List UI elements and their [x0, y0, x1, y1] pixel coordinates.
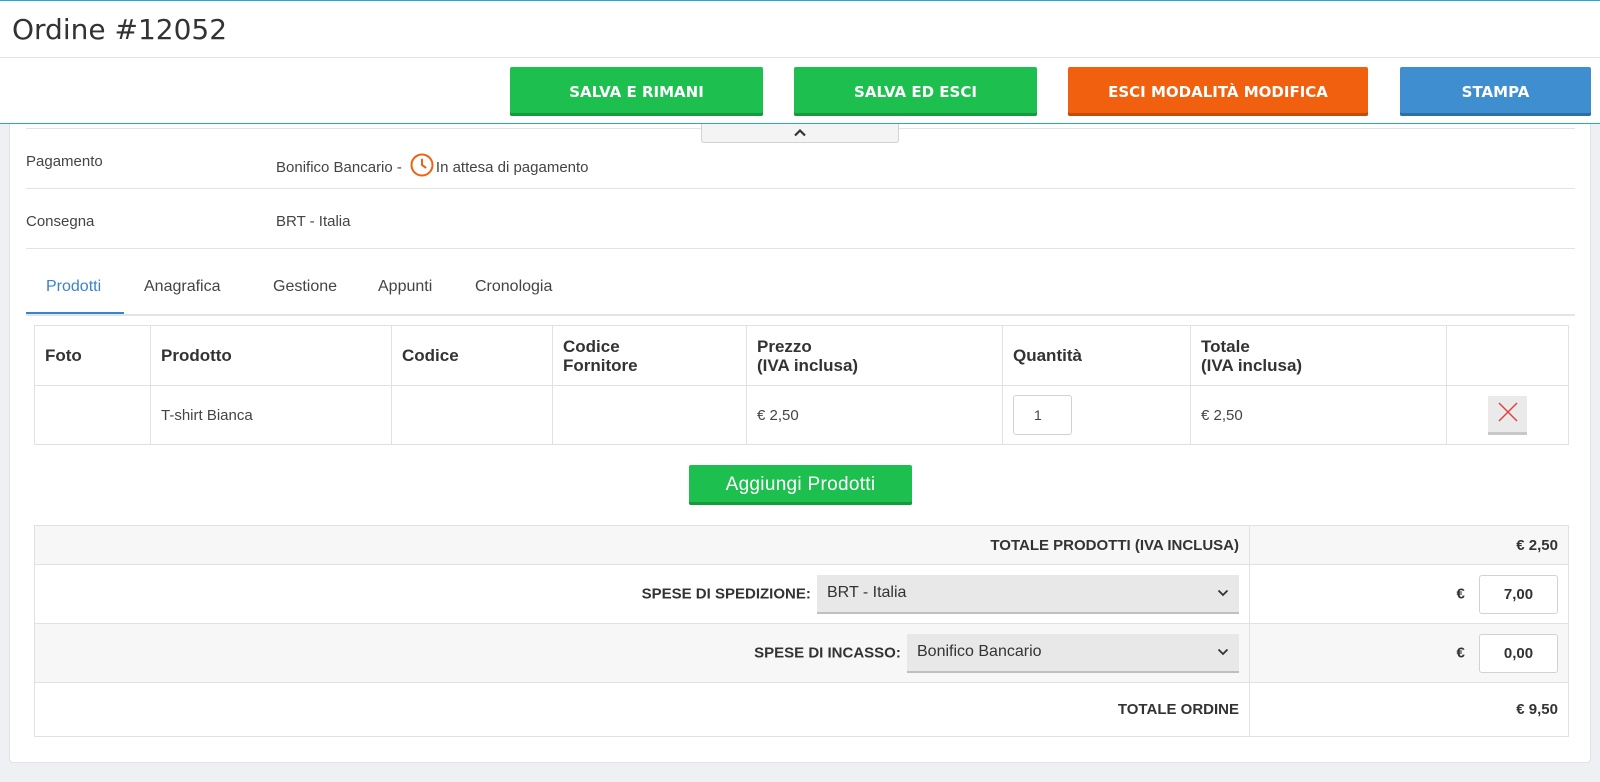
shipping-cost-input[interactable]: 7,00	[1479, 574, 1558, 614]
delivery-value: BRT - Italia	[276, 213, 351, 230]
close-icon	[1497, 401, 1519, 427]
products-total-row: TOTALE PRODOTTI (IVA INCLUSA) € 2,50	[34, 525, 1569, 565]
payment-status: In attesa di pagamento	[435, 158, 589, 176]
exit-edit-mode-button[interactable]: ESCI MODALITÀ MODIFICA	[1068, 67, 1368, 116]
cod-select[interactable]: Bonifico Bancario	[907, 633, 1239, 673]
cod-label: SPESE DI INCASSO:	[754, 643, 901, 661]
tab-appunti[interactable]: Appunti	[378, 278, 432, 296]
payment-method: Bonifico Bancario -	[276, 158, 402, 176]
cod-cost-input[interactable]: 0,00	[1479, 633, 1558, 673]
column-header	[1446, 325, 1569, 386]
tab-bar: Prodotti Anagrafica Gestione Appunti Cro…	[26, 264, 1575, 316]
cod-amount-cell: € 0,00	[1249, 623, 1569, 683]
remove-product-button[interactable]	[1488, 395, 1527, 435]
table-header-row: Foto Prodotto Codice Codice Fornitore Pr…	[34, 325, 1569, 386]
shipping-amount-cell: € 7,00	[1249, 564, 1569, 624]
divider	[26, 248, 1575, 264]
currency-symbol: €	[1456, 643, 1465, 661]
tab-prodotti[interactable]: Prodotti	[46, 278, 101, 296]
collapse-toggle[interactable]	[701, 124, 899, 143]
print-button[interactable]: STAMPA	[1400, 67, 1591, 116]
tab-cronologia[interactable]: Cronologia	[475, 278, 552, 296]
order-total-row: TOTALE ORDINE € 9,50	[34, 682, 1569, 737]
column-header: Quantità	[1002, 325, 1191, 386]
cod-option: Bonifico Bancario	[917, 643, 1042, 660]
tab-anagrafica[interactable]: Anagrafica	[144, 278, 221, 296]
delivery-row: Consegna BRT - Italia	[26, 188, 1575, 248]
shipping-row: SPESE DI SPEDIZIONE: BRT - Italia € 7,00	[34, 564, 1569, 624]
supplier-code	[552, 385, 747, 445]
cod-row: SPESE DI INCASSO: Bonifico Bancario € 0,…	[34, 623, 1569, 683]
column-header: Totale (IVA inclusa)	[1190, 325, 1447, 386]
order-card: Pagamento Bonifico Bancario - In attesa …	[9, 124, 1591, 763]
products-table: Foto Prodotto Codice Codice Fornitore Pr…	[34, 325, 1569, 445]
quantity-cell: 1	[1002, 385, 1191, 445]
cod-cell: SPESE DI INCASSO: Bonifico Bancario	[34, 623, 1250, 683]
action-bar: SALVA E RIMANI SALVA ED ESCI ESCI MODALI…	[0, 58, 1600, 124]
column-header: Prodotto	[150, 325, 392, 386]
order-totals-table: TOTALE PRODOTTI (IVA INCLUSA) € 2,50 SPE…	[34, 525, 1569, 737]
payment-value: Bonifico Bancario - In attesa di pagamen…	[276, 153, 589, 181]
currency-symbol: €	[1456, 584, 1465, 602]
shipping-cell: SPESE DI SPEDIZIONE: BRT - Italia	[34, 564, 1250, 624]
top-bar: Ordine #12052	[0, 0, 1600, 58]
delivery-label: Consegna	[26, 213, 95, 230]
add-products-button[interactable]: Aggiungi Prodotti	[689, 465, 912, 505]
shipping-select[interactable]: BRT - Italia	[817, 574, 1239, 614]
table-row: T-shirt Bianca € 2,50 1 € 2,50	[34, 385, 1569, 445]
active-tab-indicator	[26, 312, 124, 314]
product-photo-cell	[34, 385, 151, 445]
shipping-option: BRT - Italia	[827, 584, 907, 601]
shipping-label: SPESE DI SPEDIZIONE:	[641, 584, 811, 602]
order-total-label: TOTALE ORDINE	[34, 682, 1250, 737]
save-and-exit-button[interactable]: SALVA ED ESCI	[794, 67, 1037, 116]
product-price: € 2,50	[746, 385, 1003, 445]
delete-cell	[1446, 385, 1569, 445]
quantity-input[interactable]: 1	[1013, 395, 1072, 435]
column-header: Foto	[34, 325, 151, 386]
product-code	[391, 385, 553, 445]
product-name: T-shirt Bianca	[150, 385, 392, 445]
save-and-stay-button[interactable]: SALVA E RIMANI	[510, 67, 763, 116]
products-total-label: TOTALE PRODOTTI (IVA INCLUSA)	[34, 525, 1250, 565]
clock-icon	[410, 153, 434, 181]
column-header: Codice	[391, 325, 553, 386]
product-total: € 2,50	[1190, 385, 1447, 445]
tab-gestione[interactable]: Gestione	[273, 278, 337, 296]
products-total-value: € 2,50	[1249, 525, 1569, 565]
order-total-value: € 9,50	[1249, 682, 1569, 737]
column-header: Prezzo (IVA inclusa)	[746, 325, 1003, 386]
chevron-down-icon	[1217, 584, 1229, 602]
column-header: Codice Fornitore	[552, 325, 747, 386]
chevron-down-icon	[1217, 643, 1229, 661]
page-title: Ordine #12052	[12, 13, 228, 46]
chevron-up-icon	[793, 124, 807, 142]
payment-label: Pagamento	[26, 153, 103, 170]
